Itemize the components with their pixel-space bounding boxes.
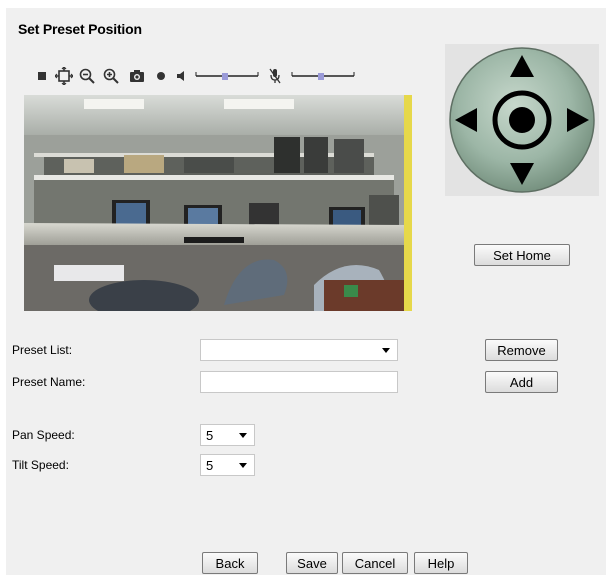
camera-video-feed[interactable] (24, 95, 412, 311)
tilt-speed-label: Tilt Speed: (12, 458, 69, 472)
speaker-icon[interactable] (174, 66, 188, 86)
preset-name-label: Preset Name: (12, 375, 86, 389)
snapshot-icon[interactable] (128, 66, 146, 86)
remove-button[interactable]: Remove (485, 339, 558, 361)
chevron-down-icon (239, 463, 247, 468)
preset-list-select[interactable] (200, 339, 398, 361)
zoom-in-icon[interactable] (102, 66, 120, 86)
ptz-control-area (445, 44, 599, 196)
tilt-speed-value: 5 (206, 458, 214, 473)
cancel-button[interactable]: Cancel (342, 552, 408, 574)
microphone-muted-icon[interactable] (268, 66, 282, 86)
tilt-speed-select[interactable]: 5 (200, 454, 255, 476)
preset-name-input[interactable] (200, 371, 398, 393)
help-button[interactable]: Help (414, 552, 468, 574)
pan-speed-select[interactable]: 5 (200, 424, 255, 446)
page-title: Set Preset Position (18, 21, 142, 37)
stop-icon[interactable] (36, 66, 48, 86)
add-button[interactable]: Add (485, 371, 558, 393)
pan-speed-value: 5 (206, 428, 214, 443)
volume-slider[interactable] (194, 66, 260, 86)
back-button[interactable]: Back (202, 552, 258, 574)
chevron-down-icon (239, 433, 247, 438)
save-button[interactable]: Save (286, 552, 338, 574)
pan-speed-label: Pan Speed: (12, 428, 75, 442)
set-home-button[interactable]: Set Home (474, 244, 570, 266)
record-icon[interactable] (154, 66, 168, 86)
zoom-out-icon[interactable] (78, 66, 96, 86)
chevron-down-icon (382, 348, 390, 353)
mic-volume-slider[interactable] (290, 66, 356, 86)
fit-screen-icon[interactable] (54, 66, 74, 86)
preset-list-label: Preset List: (12, 343, 73, 357)
video-toolbar (36, 66, 406, 86)
